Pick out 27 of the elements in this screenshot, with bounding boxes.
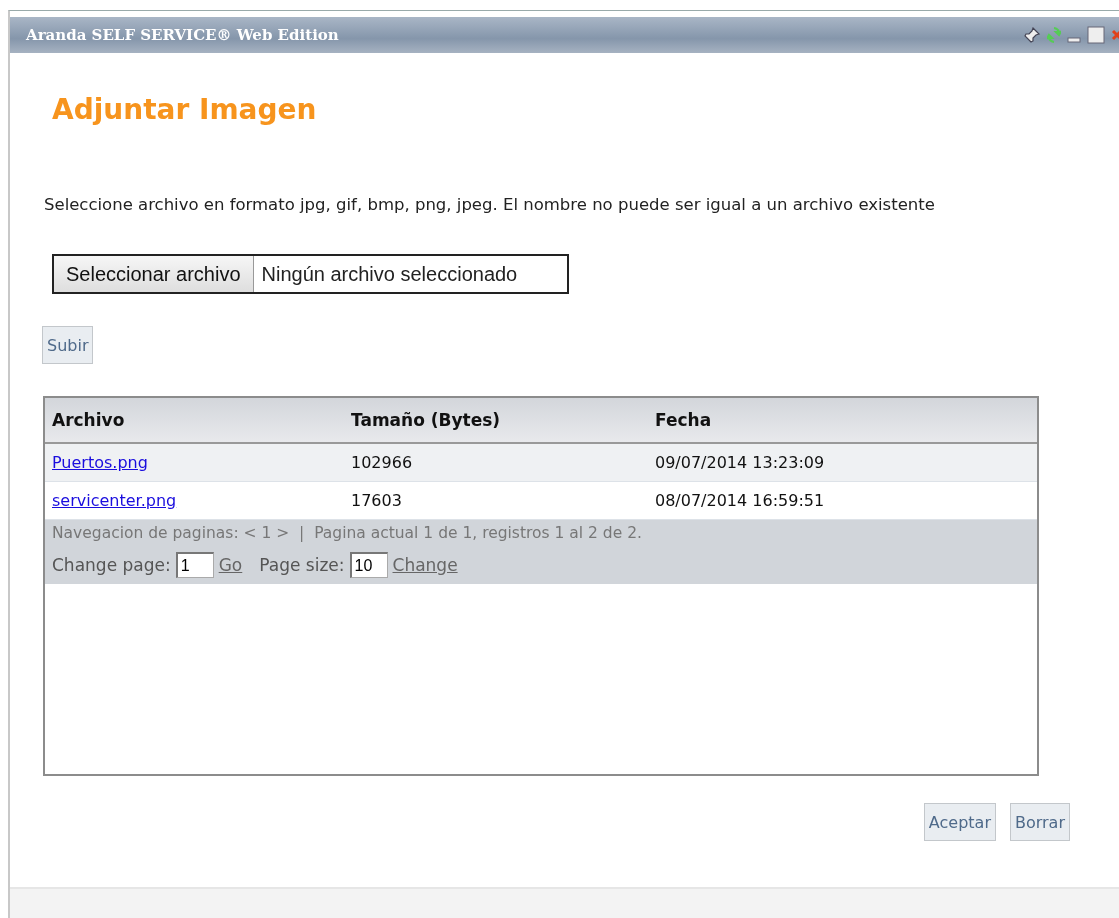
page-heading: Adjuntar Imagen [52, 93, 318, 126]
pin-icon[interactable] [1023, 26, 1041, 44]
accept-button[interactable]: Aceptar [923, 803, 996, 841]
table-cell-text: 102966 [351, 452, 414, 474]
table-cell-text: 09/07/2014 13:23:09 [655, 452, 826, 474]
table-cell-text: 17603 [351, 490, 403, 512]
change-link[interactable]: Change [392, 555, 458, 575]
clear-button[interactable]: Borrar [1009, 803, 1070, 841]
go-link[interactable]: Go [218, 555, 243, 575]
page-size-field[interactable]: 10 [349, 552, 388, 578]
column-header: Fecha [655, 409, 713, 432]
upload-button[interactable]: Subir [42, 326, 94, 364]
choose-file-button[interactable]: Seleccionar archivo [54, 256, 254, 292]
window-title: Aranda SELF SERVICE® Web Edition [26, 26, 339, 44]
maximize-icon[interactable] [1087, 26, 1105, 44]
instructions-text: Seleccione archivo en formato jpg, gif, bmp, png, jpeg. El nombre no puede ser igual a un archivo existente [43, 194, 936, 216]
file-link[interactable]: servicenter.png [52, 482, 177, 519]
page-size-label: Page size: [259, 555, 345, 575]
file-status-text: Ningún archivo seleccionado [260, 261, 518, 287]
column-header: Archivo [52, 409, 126, 432]
file-link[interactable]: Puertos.png [52, 444, 148, 481]
page-navigation-text: Navegacion de paginas: < 1 > | Pagina actual 1 de 1, registros 1 al 2 de 2. [52, 524, 643, 542]
file-input[interactable]: Seleccionar archivo Ningún archivo seleccionado [52, 254, 569, 294]
table-cell-text: 08/07/2014 16:59:51 [655, 490, 826, 512]
change-page-label: Change page: [52, 555, 171, 575]
column-header: Tamaño (Bytes) [351, 409, 502, 432]
page-number-field[interactable]: 1 [175, 552, 214, 578]
